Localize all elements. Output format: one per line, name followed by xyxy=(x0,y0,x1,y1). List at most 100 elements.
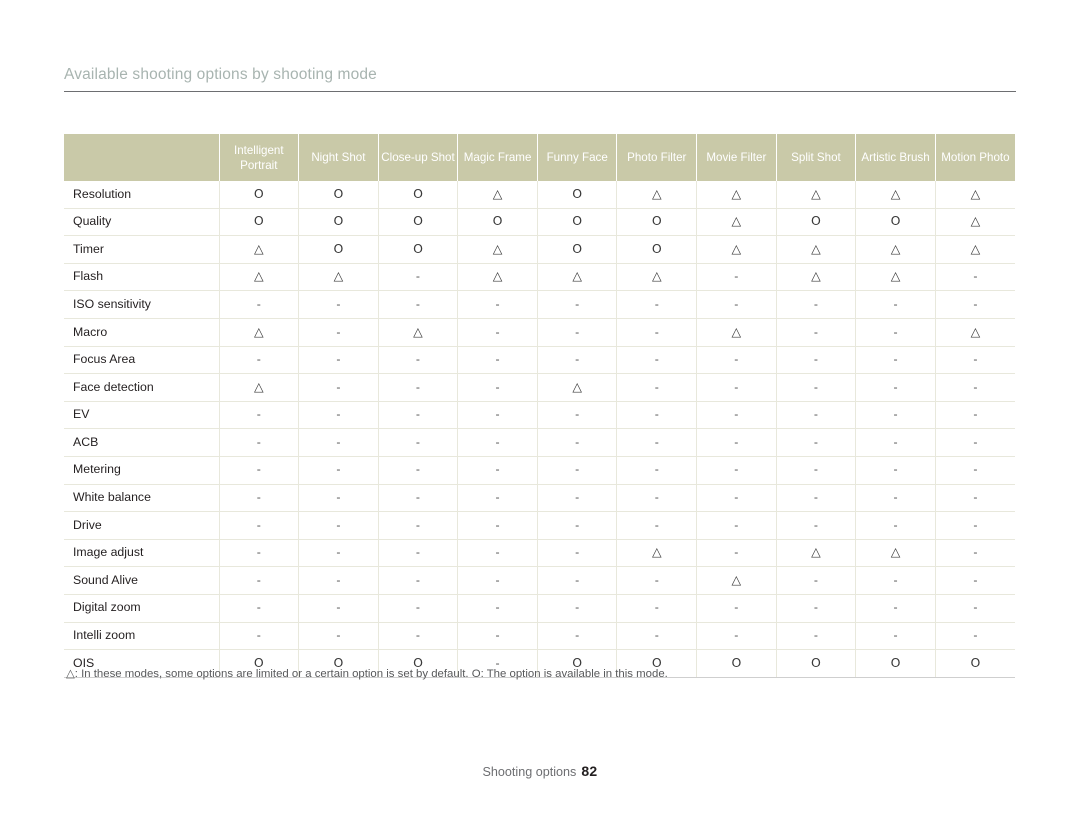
cell-availability: - xyxy=(457,511,538,540)
cell-availability: O xyxy=(298,235,379,264)
document-page: Available shooting options by shooting m… xyxy=(0,0,1080,815)
cell-availability: O xyxy=(537,235,618,264)
cell-availability: - xyxy=(616,346,698,375)
triangle-icon: △ xyxy=(651,268,662,284)
dash-icon: - xyxy=(495,352,500,367)
dash-icon: - xyxy=(495,296,500,311)
dash-icon: - xyxy=(654,324,659,339)
dash-icon: - xyxy=(893,517,898,532)
page-footer: Shooting options 82 xyxy=(0,763,1080,779)
triangle-icon: △ xyxy=(572,268,582,284)
dash-icon: - xyxy=(893,462,898,477)
cell-availability: - xyxy=(457,373,538,402)
cell-availability: △ xyxy=(776,263,857,292)
cell-availability: - xyxy=(457,290,538,319)
cell-availability: - xyxy=(696,263,777,292)
cell-availability: - xyxy=(855,318,936,347)
table-row: Flash △ △ - △ △ △ - △ △ - xyxy=(64,263,1015,292)
row-label-digital-zoom: Digital zoom xyxy=(64,594,220,623)
dash-icon: - xyxy=(495,517,500,532)
dash-icon: - xyxy=(415,600,421,615)
cell-availability: - xyxy=(935,484,1015,513)
circle-icon: O xyxy=(253,185,264,201)
circle-icon: O xyxy=(651,240,662,256)
circle-icon: O xyxy=(970,654,981,670)
table-row: Focus Area - - - - - - - - - - xyxy=(64,346,1015,375)
section-heading-block: Available shooting options by shooting m… xyxy=(64,66,1016,92)
cell-availability: - xyxy=(457,622,538,651)
cell-availability: - xyxy=(935,290,1015,319)
row-label-metering: Metering xyxy=(64,456,220,485)
dash-icon: - xyxy=(495,462,500,477)
cell-availability: - xyxy=(378,290,459,319)
circle-icon: O xyxy=(413,240,423,256)
cell-availability: - xyxy=(378,456,459,485)
dash-icon: - xyxy=(336,628,341,643)
cell-availability: - xyxy=(935,263,1015,292)
cell-availability: - xyxy=(457,456,538,485)
cell-availability: - xyxy=(855,622,936,651)
dash-icon: - xyxy=(654,490,659,505)
cell-availability: - xyxy=(855,428,936,457)
dash-icon: - xyxy=(813,628,818,643)
dash-icon: - xyxy=(336,324,341,339)
dash-icon: - xyxy=(415,517,421,532)
dash-icon: - xyxy=(336,517,341,532)
dash-icon: - xyxy=(336,600,341,615)
triangle-icon: △ xyxy=(253,378,264,394)
triangle-icon: △ xyxy=(811,240,821,256)
dash-icon: - xyxy=(893,490,898,505)
cell-availability: - xyxy=(457,428,538,457)
cell-availability: - xyxy=(776,511,857,540)
row-label-quality: Quality xyxy=(64,208,220,237)
dash-icon: - xyxy=(415,572,421,587)
cell-availability: △ xyxy=(696,566,777,595)
cell-availability: △ xyxy=(935,235,1015,264)
dash-icon: - xyxy=(734,545,739,560)
dash-icon: - xyxy=(256,296,261,311)
dash-icon: - xyxy=(336,490,341,505)
dash-icon: - xyxy=(415,490,421,505)
dash-icon: - xyxy=(256,407,261,422)
cell-availability: - xyxy=(537,456,618,485)
column-header-motion-photo: Motion Photo xyxy=(934,134,1015,181)
triangle-icon: △ xyxy=(970,185,981,201)
cell-availability: - xyxy=(855,566,936,595)
cell-availability: △ xyxy=(855,181,936,209)
footer-section-label: Shooting options xyxy=(482,765,577,779)
table-row: Sound Alive - - - - - - △ - - - xyxy=(64,566,1015,595)
column-header-intelligent-portrait: Intelligent Portrait xyxy=(218,134,300,181)
dash-icon: - xyxy=(336,407,341,422)
table-row: Resolution O O O △ O △ △ △ △ △ xyxy=(64,181,1015,209)
table-row: Macro △ - △ - - - △ - - △ xyxy=(64,318,1015,347)
row-label-focus-area: Focus Area xyxy=(64,346,220,375)
cell-availability: - xyxy=(298,539,379,568)
cell-availability: △ xyxy=(219,263,300,292)
triangle-icon: △ xyxy=(333,268,344,284)
dash-icon: - xyxy=(415,628,421,643)
cell-availability: - xyxy=(378,373,459,402)
cell-availability: - xyxy=(855,346,936,375)
cell-availability: - xyxy=(616,566,698,595)
cell-availability: - xyxy=(457,401,538,430)
cell-availability: - xyxy=(616,456,698,485)
cell-availability: - xyxy=(935,373,1015,402)
dash-icon: - xyxy=(893,296,898,311)
cell-availability: - xyxy=(696,290,777,319)
cell-availability: - xyxy=(696,456,777,485)
dash-icon: - xyxy=(575,324,580,339)
cell-availability: O xyxy=(298,181,379,209)
circle-icon: O xyxy=(651,213,662,229)
cell-availability: - xyxy=(378,263,459,292)
cell-availability: - xyxy=(378,511,459,540)
dash-icon: - xyxy=(654,352,659,367)
dash-icon: - xyxy=(813,434,818,449)
cell-availability: - xyxy=(298,566,379,595)
dash-icon: - xyxy=(575,490,580,505)
cell-availability: - xyxy=(537,622,618,651)
cell-availability: - xyxy=(696,594,777,623)
triangle-icon: △ xyxy=(253,240,264,256)
dash-icon: - xyxy=(973,545,978,560)
dash-icon: - xyxy=(654,600,659,615)
dash-icon: - xyxy=(893,434,898,449)
